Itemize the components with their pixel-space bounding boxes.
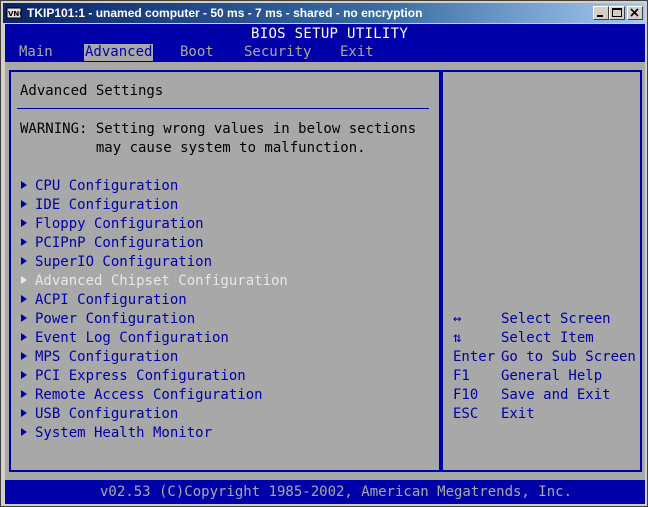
help-key: Enter [453, 349, 496, 365]
menu-item-label: CPU Configuration [35, 178, 179, 194]
submenu-arrow-icon [21, 314, 27, 322]
menu-item-usb-configuration[interactable]: USB Configuration [21, 405, 178, 424]
menu-item-label: ACPI Configuration [35, 292, 187, 308]
vnc-app-icon: VNC [6, 7, 22, 19]
application-window: VNC TKIP101:1 - unamed computer - 50 ms … [0, 0, 648, 507]
menu-item-label: Remote Access Configuration [35, 387, 263, 403]
menu-item-event-log-configuration[interactable]: Event Log Configuration [21, 329, 229, 348]
menu-item-label: MPS Configuration [35, 349, 179, 365]
menu-item-pci-express-configuration[interactable]: PCI Express Configuration [21, 367, 246, 386]
help-key: F10 [453, 387, 479, 403]
help-desc: General Help [501, 368, 603, 384]
menu-item-label: SuperIO Configuration [35, 254, 213, 270]
submenu-arrow-icon [21, 181, 27, 189]
menu-item-label: PCIPnP Configuration [35, 235, 204, 251]
menu-item-superio-configuration[interactable]: SuperIO Configuration [21, 253, 212, 272]
help-row-select-item: ⇅ Select Item [453, 329, 594, 348]
menu-item-label: IDE Configuration [35, 197, 179, 213]
maximize-icon [612, 8, 622, 17]
menu-item-advanced-chipset-configuration[interactable]: Advanced Chipset Configuration [21, 272, 288, 291]
window-titlebar[interactable]: VNC TKIP101:1 - unamed computer - 50 ms … [3, 3, 645, 23]
submenu-arrow-icon [21, 352, 27, 360]
section-divider [17, 108, 429, 109]
submenu-arrow-icon [21, 390, 27, 398]
help-desc: Exit [501, 406, 535, 422]
left-right-arrow-icon: ↔ [453, 311, 462, 327]
window-title: TKIP101:1 - unamed computer - 50 ms - 7 … [27, 6, 423, 20]
up-down-arrow-icon: ⇅ [453, 330, 462, 346]
submenu-arrow-icon [21, 333, 27, 341]
warning-text-line2: may cause system to malfunction. [20, 140, 366, 156]
submenu-arrow-icon [21, 428, 27, 436]
menu-main[interactable]: Main [18, 44, 54, 61]
menu-item-pcipnp-configuration[interactable]: PCIPnP Configuration [21, 234, 204, 253]
close-icon [630, 8, 639, 17]
menu-exit[interactable]: Exit [339, 44, 375, 61]
help-key: F1 [453, 368, 470, 384]
menu-item-label: Floppy Configuration [35, 216, 204, 232]
menu-item-label: Event Log Configuration [35, 330, 229, 346]
menu-item-cpu-configuration[interactable]: CPU Configuration [21, 177, 178, 196]
menu-item-ide-configuration[interactable]: IDE Configuration [21, 196, 178, 215]
help-row-select-screen: ↔ Select Screen [453, 310, 611, 329]
bios-utility-title: BIOS SETUP UTILITY [251, 26, 409, 42]
help-row-f10: F10 Save and Exit [453, 386, 611, 405]
submenu-arrow-icon [21, 238, 27, 246]
maximize-button[interactable] [609, 6, 625, 20]
section-title: Advanced Settings [20, 83, 164, 99]
menu-item-floppy-configuration[interactable]: Floppy Configuration [21, 215, 204, 234]
help-row-esc: ESC Exit [453, 405, 535, 424]
help-desc: Select Screen [501, 311, 611, 327]
menu-security[interactable]: Security [243, 44, 312, 61]
minimize-button[interactable] [593, 6, 609, 20]
menu-item-label: System Health Monitor [35, 425, 213, 441]
menu-advanced[interactable]: Advanced [84, 44, 154, 61]
menu-item-mps-configuration[interactable]: MPS Configuration [21, 348, 178, 367]
warning-text-line1: WARNING: Setting wrong values in below s… [20, 121, 417, 137]
menu-item-power-configuration[interactable]: Power Configuration [21, 310, 195, 329]
menu-item-label: Power Configuration [35, 311, 196, 327]
minimize-icon [597, 15, 603, 17]
help-row-f1: F1 General Help [453, 367, 602, 386]
bios-footer: v02.53 (C)Copyright 1985-2002, American … [5, 480, 645, 504]
menu-item-acpi-configuration[interactable]: ACPI Configuration [21, 291, 187, 310]
help-desc: Save and Exit [501, 387, 611, 403]
copyright-text: v02.53 (C)Copyright 1985-2002, American … [100, 484, 573, 500]
submenu-arrow-icon [21, 219, 27, 227]
submenu-arrow-icon [21, 371, 27, 379]
menu-item-system-health-monitor[interactable]: System Health Monitor [21, 424, 212, 443]
menu-item-label: USB Configuration [35, 406, 179, 422]
menu-item-label: PCI Express Configuration [35, 368, 246, 384]
submenu-arrow-icon [21, 257, 27, 265]
menu-item-remote-access-configuration[interactable]: Remote Access Configuration [21, 386, 263, 405]
svg-text:VNC: VNC [8, 10, 22, 18]
help-key: ESC [453, 406, 479, 422]
menu-item-label: Advanced Chipset Configuration [35, 273, 288, 289]
submenu-arrow-icon [21, 409, 27, 417]
submenu-arrow-icon [21, 200, 27, 208]
submenu-arrow-icon [21, 276, 27, 284]
submenu-arrow-icon [21, 295, 27, 303]
help-desc: Go to Sub Screen [501, 349, 636, 365]
menu-boot[interactable]: Boot [179, 44, 215, 61]
help-row-enter: Enter Go to Sub Screen [453, 348, 636, 367]
close-button[interactable] [627, 6, 643, 20]
bios-header: BIOS SETUP UTILITY Main Advanced Boot Se… [5, 24, 645, 62]
bios-screen[interactable]: BIOS SETUP UTILITY Main Advanced Boot Se… [5, 24, 645, 504]
help-desc: Select Item [501, 330, 594, 346]
